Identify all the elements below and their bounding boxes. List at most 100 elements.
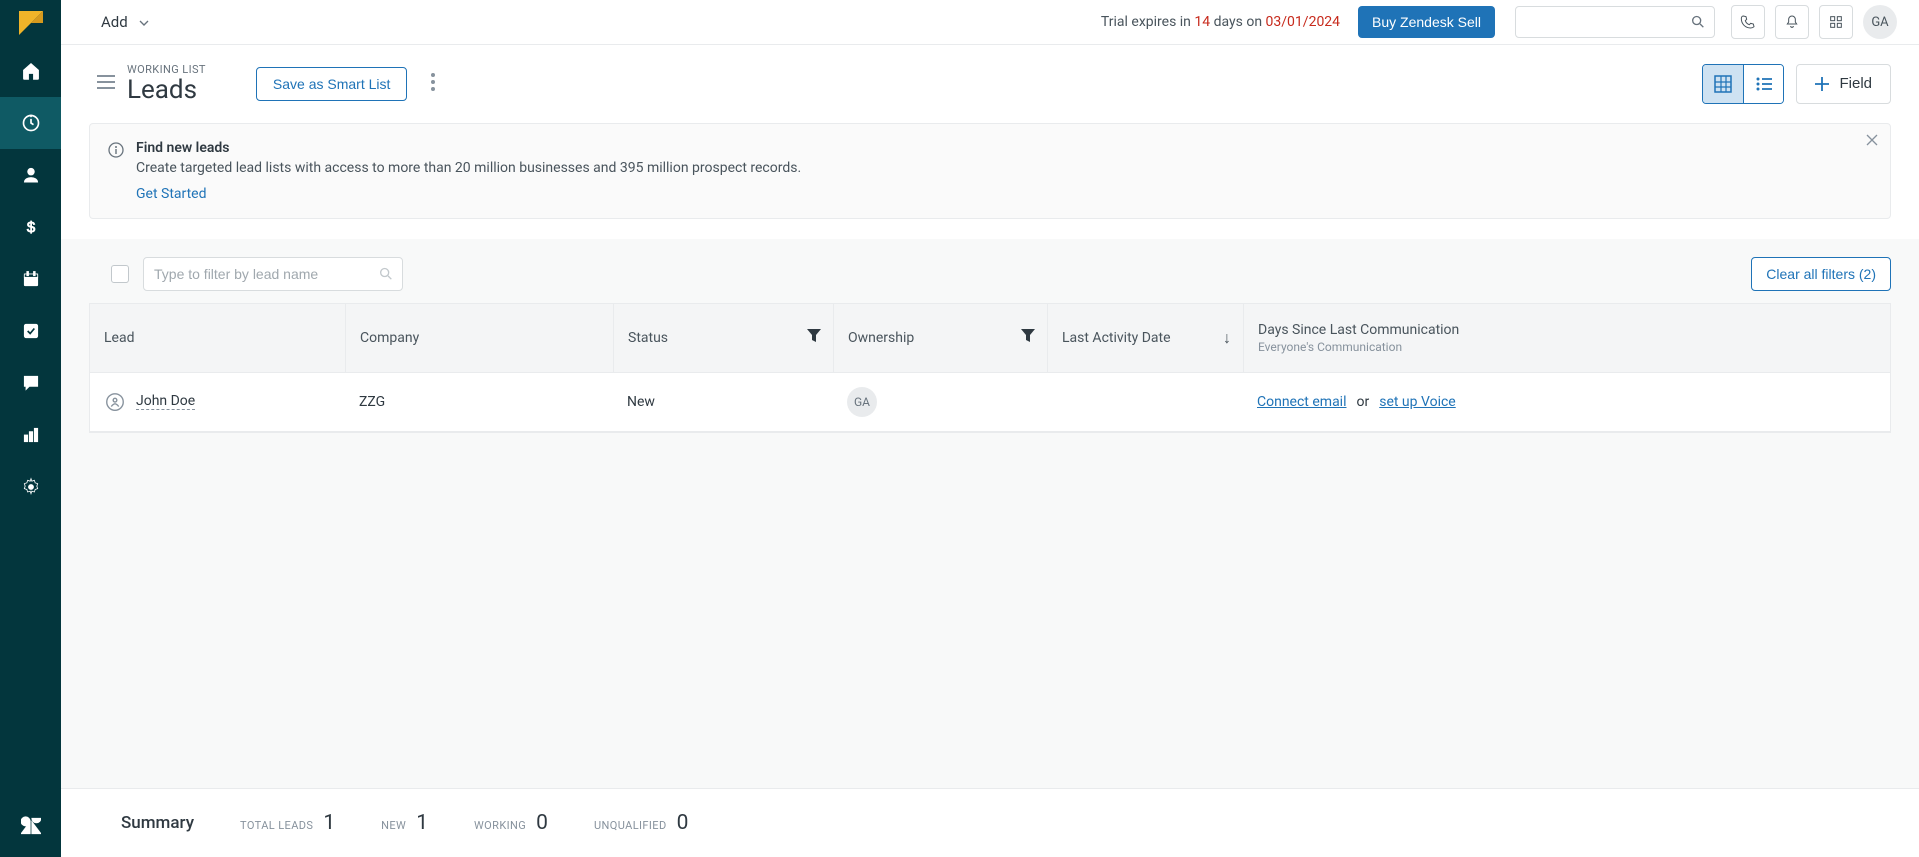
add-menu[interactable]: Add [101, 13, 152, 31]
stat-working: WORKING 0 [474, 811, 548, 835]
nav-tasks[interactable] [0, 305, 61, 357]
bell-icon [1784, 14, 1800, 30]
lead-filter-input[interactable] [154, 266, 372, 282]
field-label: Field [1839, 75, 1872, 92]
gear-icon [21, 477, 41, 497]
lead-link[interactable]: John Doe [136, 393, 195, 410]
clear-filters-button[interactable]: Clear all filters (2) [1751, 257, 1891, 291]
banner-title: Find new leads [136, 140, 801, 156]
cell-last-activity [1047, 373, 1243, 431]
stat-label: WORKING [474, 819, 526, 832]
sidebar: $ [0, 0, 61, 857]
view-list-button[interactable] [1743, 65, 1783, 103]
col-lead[interactable]: Lead [90, 304, 345, 372]
nav-deals[interactable]: $ [0, 201, 61, 253]
col-status-label: Status [628, 330, 668, 346]
stat-new: NEW 1 [381, 811, 428, 835]
add-field-button[interactable]: Field [1796, 64, 1891, 104]
owner-avatar: GA [847, 387, 877, 417]
cell-communication: Connect email or set up Voice [1243, 373, 1890, 431]
cell-lead: John Doe [90, 373, 345, 431]
page-header: WORKING LIST Leads Save as Smart List Fi… [61, 45, 1919, 123]
nav-home[interactable] [0, 45, 61, 97]
find-leads-banner: Find new leads Create targeted lead list… [89, 123, 1891, 219]
kebab-icon [431, 73, 435, 91]
banner-close[interactable] [1866, 134, 1878, 150]
page-title: Leads [127, 76, 206, 105]
banner-desc: Create targeted lead lists with access t… [136, 160, 801, 176]
info-icon [108, 142, 124, 202]
stat-label: UNQUALIFIED [594, 819, 667, 832]
nav-settings[interactable] [0, 461, 61, 513]
brand-logo [0, 0, 61, 45]
col-communication[interactable]: Days Since Last Communication Everyone's… [1243, 304, 1890, 372]
lead-row-icon [104, 391, 126, 413]
list-toggle[interactable] [97, 75, 115, 93]
sort-desc-icon[interactable]: ↓ [1223, 328, 1231, 348]
stat-label: TOTAL LEADS [240, 819, 313, 832]
phone-icon [1740, 14, 1756, 30]
brand-icon [19, 11, 43, 35]
stat-value: 0 [536, 811, 548, 835]
nav-leads[interactable] [0, 97, 61, 149]
summary-title: Summary [121, 813, 194, 833]
lead-filter[interactable] [143, 257, 403, 291]
global-search-input[interactable] [1526, 14, 1684, 30]
table-row[interactable]: John Doe ZZG New GA Connect email or set… [90, 373, 1890, 432]
filter-icon[interactable] [1021, 329, 1035, 347]
select-all-checkbox[interactable] [111, 265, 129, 283]
stat-unqualified: UNQUALIFIED 0 [594, 811, 688, 835]
col-last-activity-label: Last Activity Date [1062, 330, 1171, 346]
chat-icon [21, 373, 41, 393]
stat-value: 0 [677, 811, 689, 835]
save-smart-list-button[interactable]: Save as Smart List [256, 67, 408, 101]
stat-label: NEW [381, 819, 406, 832]
trial-days: 14 [1194, 14, 1210, 30]
leads-table: Lead Company Status Ownership [89, 303, 1891, 433]
col-last-activity[interactable]: Last Activity Date ↓ [1047, 304, 1243, 372]
apps-button[interactable] [1819, 5, 1853, 39]
bar-chart-icon [21, 425, 41, 445]
user-avatar[interactable]: GA [1863, 5, 1897, 39]
view-toggle [1702, 64, 1784, 104]
stat-total: TOTAL LEADS 1 [240, 811, 335, 835]
nav-contacts[interactable] [0, 149, 61, 201]
nav-comms[interactable] [0, 357, 61, 409]
list-toolbar: Clear all filters (2) [61, 239, 1919, 303]
nav-zendesk[interactable] [0, 805, 61, 857]
col-comm-title: Days Since Last Communication [1258, 322, 1459, 338]
nav-reports[interactable] [0, 409, 61, 461]
zendesk-icon [21, 816, 41, 836]
global-search[interactable] [1515, 6, 1715, 38]
dollar-icon: $ [21, 217, 41, 237]
person-icon [21, 165, 41, 185]
col-comm-sub: Everyone's Communication [1258, 340, 1459, 354]
phone-button[interactable] [1731, 5, 1765, 39]
stat-value: 1 [323, 811, 335, 835]
nav-calendar[interactable] [0, 253, 61, 305]
add-label: Add [101, 13, 128, 31]
cell-status: New [613, 373, 833, 431]
search-icon [1690, 14, 1706, 30]
topbar: Add Trial expires in 14 days on 03/01/20… [61, 0, 1919, 45]
plus-icon [1815, 77, 1829, 91]
list-icon [1755, 75, 1773, 93]
summary-bar: Summary TOTAL LEADS 1 NEW 1 WORKING 0 UN… [61, 788, 1919, 857]
trial-date: 03/01/2024 [1266, 14, 1341, 30]
stat-value: 1 [416, 811, 428, 835]
more-actions[interactable] [425, 67, 441, 101]
connect-email-link[interactable]: Connect email [1257, 394, 1347, 410]
notifications-button[interactable] [1775, 5, 1809, 39]
buy-button[interactable]: Buy Zendesk Sell [1358, 6, 1495, 38]
col-company[interactable]: Company [345, 304, 613, 372]
table-icon [1714, 75, 1732, 93]
col-status[interactable]: Status [613, 304, 833, 372]
check-square-icon [21, 321, 41, 341]
filter-icon[interactable] [807, 329, 821, 347]
hamburger-icon [97, 75, 115, 89]
setup-voice-link[interactable]: set up Voice [1379, 394, 1456, 410]
banner-cta[interactable]: Get Started [136, 186, 207, 202]
trial-prefix: Trial expires in [1101, 14, 1194, 30]
col-ownership[interactable]: Ownership [833, 304, 1047, 372]
view-table-button[interactable] [1703, 65, 1743, 103]
